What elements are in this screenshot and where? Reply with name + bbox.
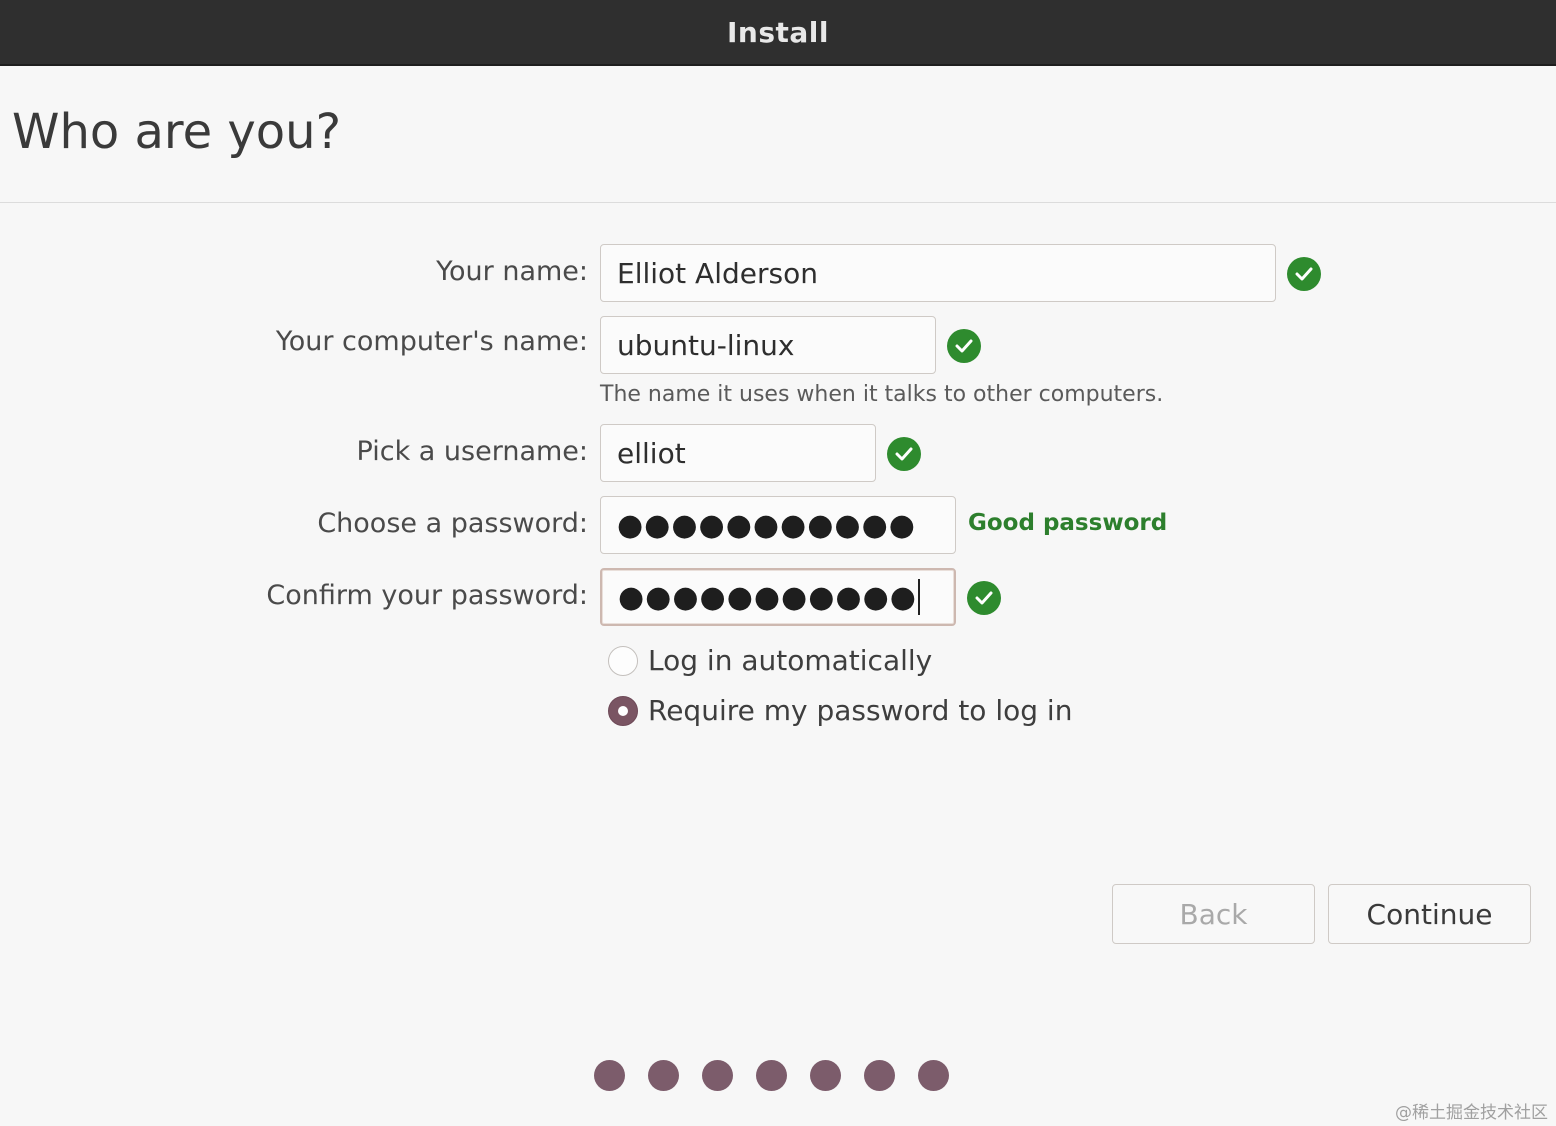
username-valid-check-icon — [887, 437, 921, 471]
progress-dot — [864, 1060, 895, 1091]
name-input-value: Elliot Alderson — [617, 256, 818, 290]
progress-dot — [594, 1060, 625, 1091]
window-titlebar: Install — [0, 0, 1556, 66]
computer-name-input-value: ubuntu-linux — [617, 328, 795, 362]
progress-dot — [918, 1060, 949, 1091]
password-strength-label: Good password — [968, 510, 1168, 536]
continue-button[interactable]: Continue — [1328, 884, 1531, 944]
confirm-password-label: Confirm your password: — [266, 580, 588, 611]
confirm-password-valid-check-icon — [967, 581, 1001, 615]
progress-dot — [756, 1060, 787, 1091]
window-title: Install — [727, 15, 829, 49]
password-label: Choose a password: — [317, 508, 588, 539]
username-label: Pick a username: — [356, 436, 588, 467]
progress-dot — [648, 1060, 679, 1091]
password-masked-value: ●●●●●●●●●●● — [617, 507, 916, 543]
name-label: Your name: — [436, 256, 588, 287]
login-automatically-radio[interactable] — [608, 645, 638, 676]
install-progress-dots — [594, 1060, 972, 1091]
progress-dot — [702, 1060, 733, 1091]
progress-dot — [810, 1060, 841, 1091]
computer-name-hint: The name it uses when it talks to other … — [600, 382, 1164, 407]
computer-name-label: Your computer's name: — [275, 326, 588, 357]
require-password-label[interactable]: Require my password to log in — [648, 694, 1072, 727]
header-divider — [0, 202, 1556, 203]
require-password-option[interactable]: Require my password to log in — [608, 694, 1072, 727]
back-button[interactable]: Back — [1112, 884, 1315, 944]
name-valid-check-icon — [1287, 257, 1321, 291]
confirm-password-input[interactable]: ●●●●●●●●●●● — [600, 568, 956, 626]
computer-name-input[interactable]: ubuntu-linux — [600, 316, 936, 374]
password-input[interactable]: ●●●●●●●●●●● — [600, 496, 956, 554]
name-input[interactable]: Elliot Alderson — [600, 244, 1276, 302]
page-heading: Who are you? — [12, 104, 342, 160]
login-automatically-label[interactable]: Log in automatically — [648, 644, 932, 677]
text-caret — [917, 579, 920, 615]
login-automatically-option[interactable]: Log in automatically — [608, 644, 932, 677]
require-password-radio[interactable] — [608, 695, 638, 726]
username-input[interactable]: elliot — [600, 424, 876, 482]
username-input-value: elliot — [617, 436, 686, 470]
watermark: @稀土掘金技术社区 — [1395, 1103, 1548, 1123]
computer-name-valid-check-icon — [947, 329, 981, 363]
confirm-password-masked-value: ●●●●●●●●●●● — [618, 579, 917, 615]
